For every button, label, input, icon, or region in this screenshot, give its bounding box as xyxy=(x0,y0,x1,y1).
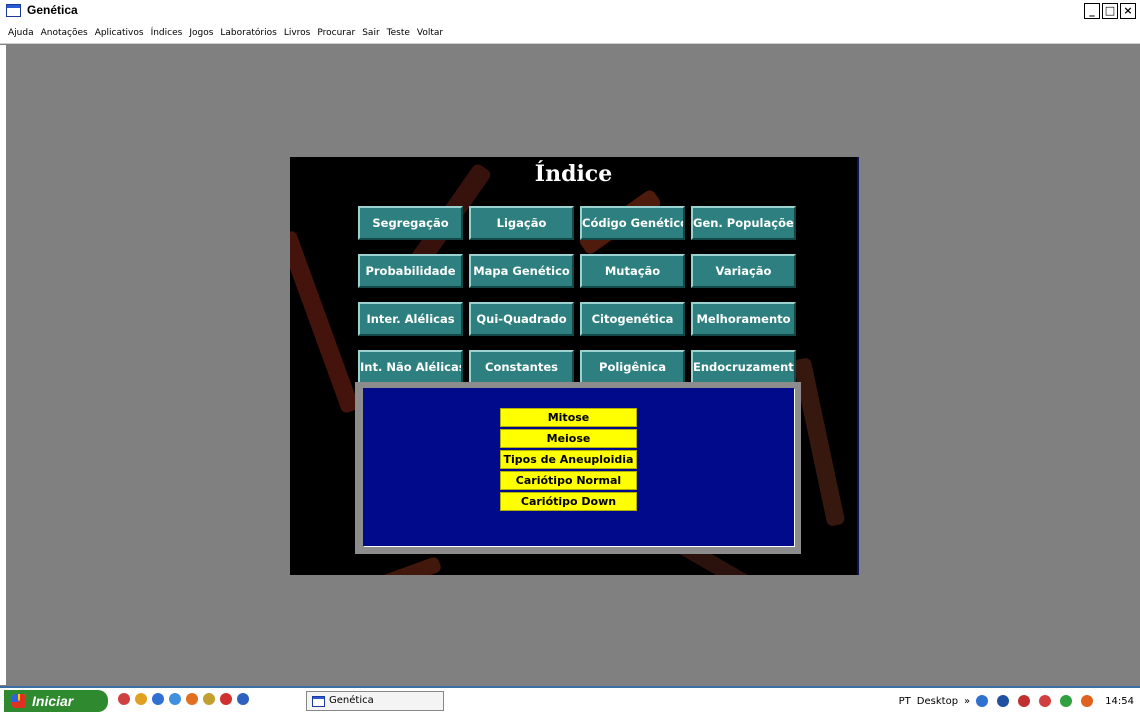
menu-aplicativos[interactable]: Aplicativos xyxy=(95,28,144,38)
topic-button-endocruzamento[interactable]: Endocruzamento xyxy=(691,350,796,384)
topic-button-inter-alelicas[interactable]: Inter. Alélicas xyxy=(358,302,463,336)
quick-launch xyxy=(118,693,249,705)
tray-icon[interactable] xyxy=(997,695,1010,707)
subtopic-button-tipos-aneuploidia[interactable]: Tipos de Aneuploidia xyxy=(500,450,637,469)
index-panel: Índice Segregação Ligação Código Genétic… xyxy=(290,157,859,575)
topic-button-constantes[interactable]: Constantes xyxy=(469,350,574,384)
topic-button-codigo-genetico[interactable]: Código Genético xyxy=(580,206,685,240)
taskbar-item-label: Genética xyxy=(329,695,374,706)
quick-launch-icon[interactable] xyxy=(135,693,147,705)
subtopic-button-cariotipo-normal[interactable]: Cariótipo Normal xyxy=(500,471,637,490)
tray-icon[interactable] xyxy=(1060,695,1073,707)
windows-logo-icon xyxy=(12,694,26,708)
background-decoration xyxy=(290,229,360,415)
minimize-icon[interactable]: _ xyxy=(1084,3,1100,19)
title-bar: Genética _ □ × xyxy=(0,0,1140,23)
background-decoration xyxy=(333,555,443,575)
restore-icon[interactable]: □ xyxy=(1102,3,1118,19)
tray-icon[interactable] xyxy=(1039,695,1052,707)
subtopic-button-cariotipo-down[interactable]: Cariótipo Down xyxy=(500,492,637,511)
page-title: Índice xyxy=(534,161,613,187)
window-controls: _ □ × xyxy=(1084,3,1136,19)
subtopic-button-meiose[interactable]: Meiose xyxy=(500,429,637,448)
menu-jogos[interactable]: Jogos xyxy=(189,28,213,38)
menu-livros[interactable]: Livros xyxy=(284,28,311,38)
menu-teste[interactable]: Teste xyxy=(387,28,410,38)
menu-laboratorios[interactable]: Laboratórios xyxy=(220,28,276,38)
menu-bar: Ajuda Anotações Aplicativos Índices Jogo… xyxy=(0,22,1140,44)
topic-button-mutacao[interactable]: Mutação xyxy=(580,254,685,288)
topic-button-probabilidade[interactable]: Probabilidade xyxy=(358,254,463,288)
system-tray: PT Desktop » 14:54 xyxy=(899,690,1140,712)
language-indicator[interactable]: PT xyxy=(899,696,911,707)
menu-anotacoes[interactable]: Anotações xyxy=(41,28,88,38)
topic-button-mapa-genetico[interactable]: Mapa Genético xyxy=(469,254,574,288)
app-window-icon xyxy=(6,4,21,17)
tray-icon[interactable] xyxy=(976,695,989,707)
window-title: Genética xyxy=(27,3,78,17)
desktop-toolbar[interactable]: Desktop xyxy=(917,696,958,707)
topic-grid: Segregação Ligação Código Genético Gen. … xyxy=(358,206,796,384)
menu-voltar[interactable]: Voltar xyxy=(417,28,443,38)
tray-icon[interactable] xyxy=(1018,695,1031,707)
topic-button-gen-populacoes[interactable]: Gen. Populações xyxy=(691,206,796,240)
workspace-edge xyxy=(0,45,6,685)
quick-launch-icon[interactable] xyxy=(186,693,198,705)
topic-button-segregacao[interactable]: Segregação xyxy=(358,206,463,240)
menu-sair[interactable]: Sair xyxy=(362,28,379,38)
topic-button-qui-quadrado[interactable]: Qui-Quadrado xyxy=(469,302,574,336)
taskbar: Iniciar Genética PT Desktop » 14:54 xyxy=(0,686,1140,715)
menu-procurar[interactable]: Procurar xyxy=(317,28,355,38)
tray-icon[interactable] xyxy=(1081,695,1094,707)
quick-launch-icon[interactable] xyxy=(237,693,249,705)
quick-launch-icon[interactable] xyxy=(152,693,164,705)
start-label: Iniciar xyxy=(32,693,74,709)
topic-button-variacao[interactable]: Variação xyxy=(691,254,796,288)
toolbar-chevron-icon[interactable]: » xyxy=(964,696,970,707)
clock: 14:54 xyxy=(1105,695,1134,707)
subtopic-list: Mitose Meiose Tipos de Aneuploidia Carió… xyxy=(500,408,637,513)
menu-ajuda[interactable]: Ajuda xyxy=(8,28,34,38)
app-window-icon xyxy=(312,696,325,707)
topic-button-melhoramento[interactable]: Melhoramento xyxy=(691,302,796,336)
taskbar-item-genetica[interactable]: Genética xyxy=(306,691,444,711)
menu-indices[interactable]: Índices xyxy=(151,28,183,38)
topic-button-poligenica[interactable]: Poligênica xyxy=(580,350,685,384)
tray-icons xyxy=(976,695,1099,707)
close-icon[interactable]: × xyxy=(1120,3,1136,19)
quick-launch-icon[interactable] xyxy=(118,693,130,705)
subtopic-panel: Mitose Meiose Tipos de Aneuploidia Carió… xyxy=(355,382,801,554)
quick-launch-icon[interactable] xyxy=(169,693,181,705)
topic-button-ligacao[interactable]: Ligação xyxy=(469,206,574,240)
subtopic-button-mitose[interactable]: Mitose xyxy=(500,408,637,427)
start-button[interactable]: Iniciar xyxy=(4,690,108,712)
subtopic-panel-inner: Mitose Meiose Tipos de Aneuploidia Carió… xyxy=(363,388,794,546)
quick-launch-icon[interactable] xyxy=(203,693,215,705)
topic-button-int-nao-alelicas[interactable]: Int. Não Alélicas xyxy=(358,350,463,384)
quick-launch-icon[interactable] xyxy=(220,693,232,705)
topic-button-citogenetica[interactable]: Citogenética xyxy=(580,302,685,336)
